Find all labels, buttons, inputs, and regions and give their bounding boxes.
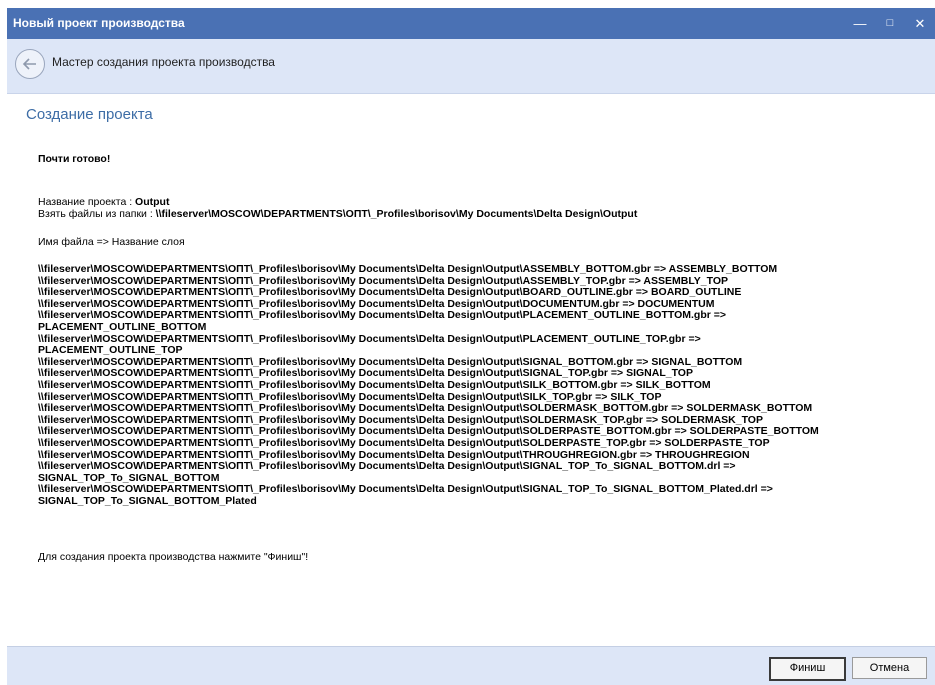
arrow-left-icon	[22, 58, 36, 70]
mapping-heading: Имя файла => Название слоя	[38, 236, 185, 248]
wizard-header: Мастер создания проекта производства	[7, 39, 935, 94]
wizard-title: Мастер создания проекта производства	[52, 55, 275, 69]
source-folder-label: Взять файлы из папки :	[38, 207, 156, 220]
almost-ready-heading: Почти готово!	[38, 153, 111, 165]
project-name-label: Название проекта :	[38, 196, 136, 208]
back-button[interactable]	[15, 49, 45, 79]
source-folder-value: \\fileserver\MOSCOW\DEPARTMENTS\ОПТ\_Pro…	[155, 207, 638, 220]
maximize-button[interactable]: □	[875, 8, 905, 39]
mapping-item: \\fileserver\MOSCOW\DEPARTMENTS\ОПТ\_Pro…	[38, 483, 773, 507]
mapping-item: \\fileserver\MOSCOW\DEPARTMENTS\ОПТ\_Pro…	[38, 460, 736, 484]
mapping-item: \\fileserver\MOSCOW\DEPARTMENTS\ОПТ\_Pro…	[38, 263, 778, 275]
page-title: Создание проекта	[26, 106, 153, 123]
mapping-item: \\fileserver\MOSCOW\DEPARTMENTS\ОПТ\_Pro…	[38, 309, 727, 333]
wizard-window: Новый проект производства — □ ✕ Мастер с…	[7, 8, 935, 685]
wizard-footer: Финиш Отмена	[7, 646, 935, 685]
project-name-value: Output	[135, 196, 170, 208]
mapping-item: \\fileserver\MOSCOW\DEPARTMENTS\ОПТ\_Pro…	[38, 402, 813, 415]
title-bar: Новый проект производства — □ ✕	[7, 8, 935, 39]
source-folder-row: Взять файлы из папки : \\fileserver\MOSC…	[38, 207, 638, 221]
project-info: Название проекта : Output Взять файлы из…	[38, 196, 638, 221]
mapping-item: \\fileserver\MOSCOW\DEPARTMENTS\ОПТ\_Pro…	[38, 332, 701, 357]
close-button[interactable]: ✕	[905, 8, 935, 39]
mapping-item: \\fileserver\MOSCOW\DEPARTMENTS\ОПТ\_Pro…	[38, 436, 770, 449]
mapping-list: \\fileserver\MOSCOW\DEPARTMENTS\ОПТ\_Pro…	[38, 263, 928, 507]
window-title: Новый проект производства	[13, 16, 185, 30]
finish-hint: Для создания проекта производства нажмит…	[38, 551, 309, 563]
mapping-item: \\fileserver\MOSCOW\DEPARTMENTS\ОПТ\_Pro…	[38, 378, 711, 391]
finish-button[interactable]: Финиш	[769, 657, 846, 681]
cancel-button[interactable]: Отмена	[852, 657, 927, 679]
minimize-button[interactable]: —	[845, 8, 875, 39]
